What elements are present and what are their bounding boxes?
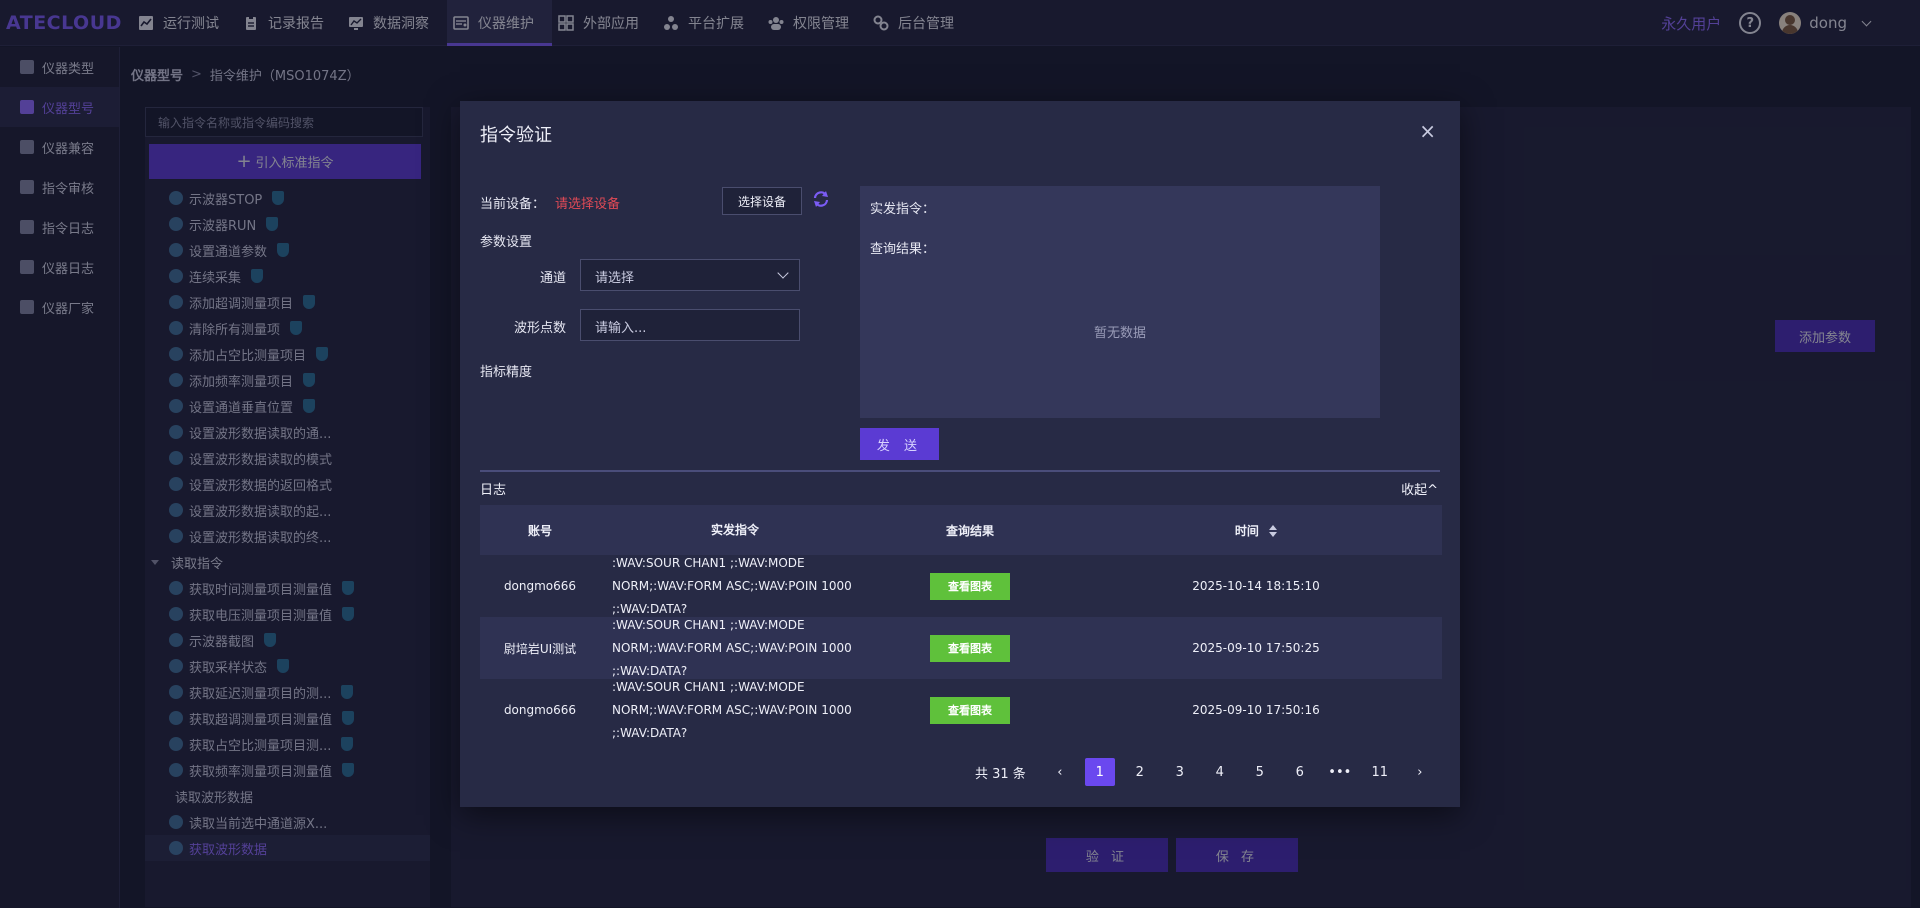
modal-title: 指令验证: [480, 125, 552, 146]
page-button-11[interactable]: 11: [1360, 758, 1400, 786]
command-verify-modal: 指令验证 × 当前设备： 请选择设备 选择设备 参数设置 通道 请选择 波形点数…: [460, 101, 1460, 807]
log-heading: 日志: [480, 483, 507, 498]
cell-account: 尉培岩UI测试: [503, 641, 577, 656]
table-row: dongmo666 :WAV:SOUR CHAN1 ;:WAV:MODE NOR…: [480, 679, 1442, 741]
table-header: 账号 实发指令 查询结果 时间: [480, 505, 1442, 555]
cell-time: 2025-09-10 17:50:25: [1192, 641, 1320, 655]
view-chart-button[interactable]: 查看图表: [930, 634, 1010, 662]
channel-select-placeholder: 请选择: [595, 271, 635, 286]
sent-command-label: 实发指令：: [870, 202, 936, 217]
collapse-toggle[interactable]: 收起^: [1401, 479, 1438, 498]
channel-select[interactable]: 请选择: [580, 259, 800, 291]
precision-label: 指标精度: [480, 365, 533, 380]
current-device-value: 请选择设备: [555, 197, 621, 212]
result-panel: 实发指令： 查询结果： 暂无数据: [860, 186, 1380, 418]
column-header-command: 实发指令: [710, 522, 759, 537]
view-chart-button[interactable]: 查看图表: [930, 572, 1010, 600]
current-device-label: 当前设备：: [480, 197, 546, 212]
cell-command: :WAV:SOUR CHAN1 ;:WAV:MODE NORM;:WAV:FOR…: [612, 679, 852, 740]
page-button-5[interactable]: 5: [1240, 758, 1280, 786]
divider: [480, 470, 1440, 472]
select-device-button[interactable]: 选择设备: [722, 187, 802, 215]
chevron-down-icon: [777, 267, 789, 279]
page-button-1[interactable]: 1: [1084, 758, 1115, 786]
empty-state: 暂无数据: [1093, 326, 1146, 341]
page-button-4[interactable]: 4: [1200, 758, 1240, 786]
cell-account: dongmo666: [503, 579, 577, 593]
column-header-result: 查询结果: [945, 523, 994, 538]
cell-command: :WAV:SOUR CHAN1 ;:WAV:MODE NORM;:WAV:FOR…: [612, 617, 852, 678]
send-button[interactable]: 发 送: [860, 428, 939, 460]
table-row: 尉培岩UI测试 :WAV:SOUR CHAN1 ;:WAV:MODE NORM;…: [480, 617, 1442, 679]
page-button-6[interactable]: 6: [1280, 758, 1320, 786]
pagination: 共 31 条 ‹ 1 2 3 4 5 6 ••• 11 ›: [975, 758, 1440, 786]
waveform-points-input[interactable]: 请输入...: [580, 309, 800, 341]
cell-command: :WAV:SOUR CHAN1 ;:WAV:MODE NORM;:WAV:FOR…: [612, 555, 852, 616]
channel-label: 通道: [540, 271, 567, 286]
cell-result: 查看图表: [870, 634, 1070, 662]
param-settings-heading: 参数设置: [480, 235, 533, 250]
column-header-account: 账号: [527, 523, 552, 538]
column-header-time[interactable]: 时间: [1070, 522, 1442, 539]
table-row: dongmo666 :WAV:SOUR CHAN1 ;:WAV:MODE NOR…: [480, 555, 1442, 617]
cell-result: 查看图表: [870, 696, 1070, 724]
pagination-total: 共 31 条: [975, 766, 1026, 782]
close-icon[interactable]: ×: [1419, 119, 1436, 143]
cell-time: 2025-09-10 17:50:16: [1192, 703, 1320, 717]
page-button-2[interactable]: 2: [1120, 758, 1160, 786]
cell-time: 2025-10-14 18:15:10: [1192, 579, 1320, 593]
cell-result: 查看图表: [870, 572, 1070, 600]
column-header-time-label: 时间: [1234, 523, 1259, 538]
waveform-points-label: 波形点数: [514, 321, 567, 336]
refresh-icon[interactable]: [812, 190, 830, 208]
sort-icon[interactable]: [1269, 525, 1278, 537]
view-chart-button[interactable]: 查看图表: [930, 696, 1010, 724]
page-ellipsis[interactable]: •••: [1320, 758, 1360, 786]
log-table: 账号 实发指令 查询结果 时间 dongmo666 :WAV:SOUR CHAN…: [480, 505, 1442, 741]
page-button-3[interactable]: 3: [1160, 758, 1200, 786]
next-page-button[interactable]: ›: [1400, 758, 1440, 786]
query-result-label: 查询结果：: [870, 242, 936, 257]
prev-page-button[interactable]: ‹: [1040, 758, 1080, 786]
cell-account: dongmo666: [503, 703, 577, 717]
